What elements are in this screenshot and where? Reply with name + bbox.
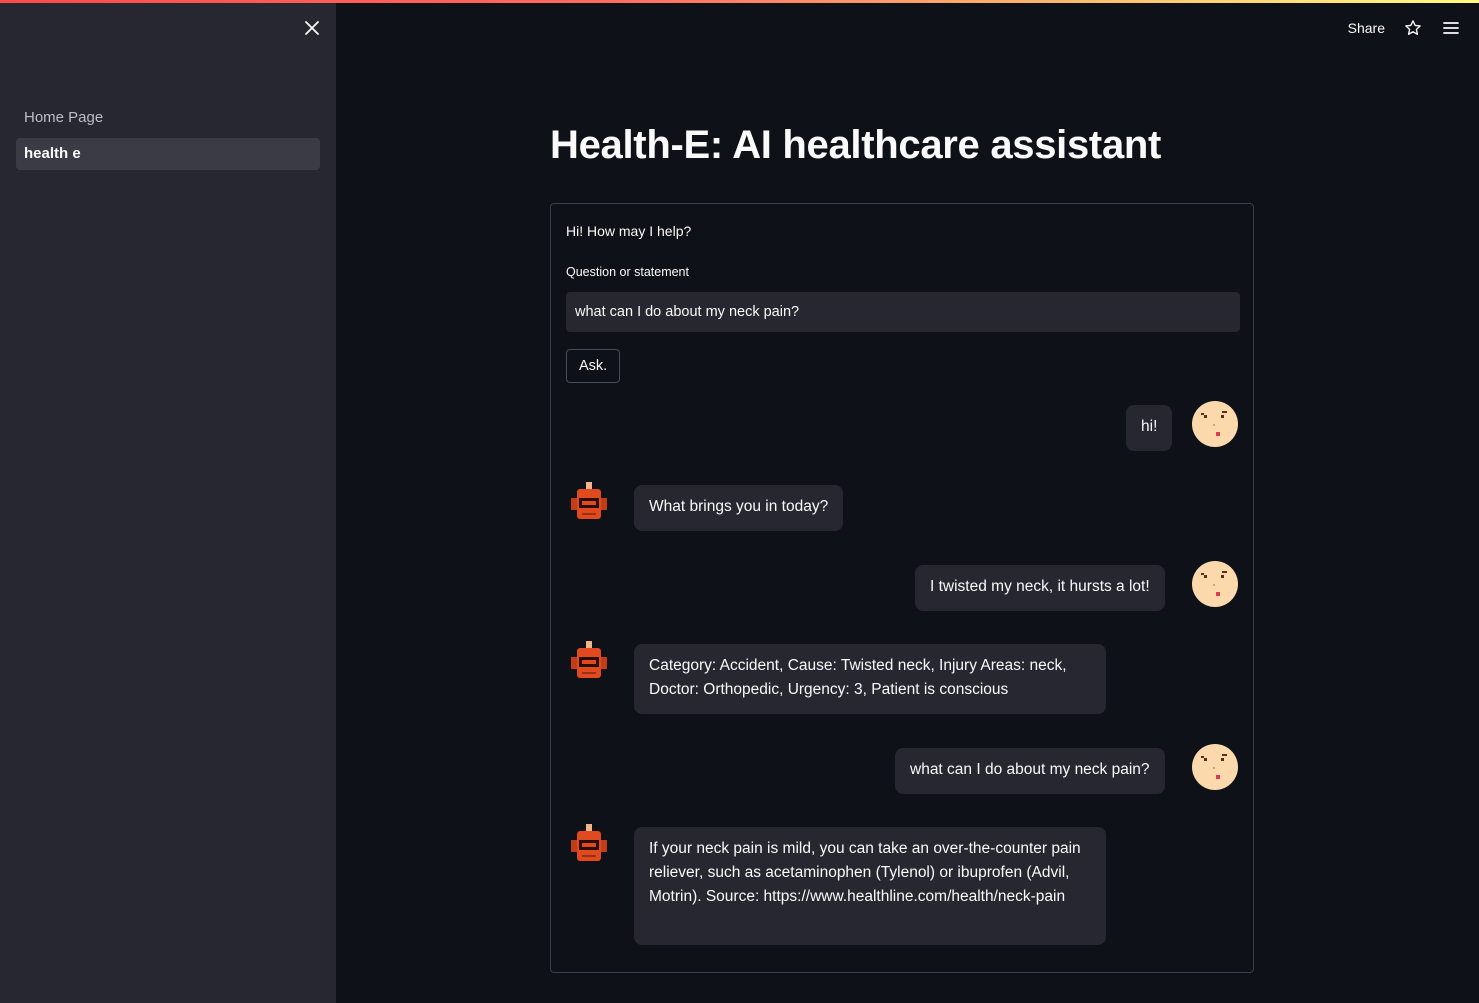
bot-avatar-icon — [571, 641, 607, 678]
question-input[interactable] — [566, 292, 1240, 332]
sidebar: Home Page health e — [0, 0, 336, 1003]
sidebar-item-home-page[interactable]: Home Page — [16, 102, 320, 134]
sidebar-nav: Home Page health e — [16, 102, 320, 174]
chat-form: Hi! How may I help? Question or statemen… — [550, 203, 1254, 973]
greeting-text: Hi! How may I help? — [566, 223, 692, 239]
bot-avatar-icon — [571, 482, 607, 519]
sidebar-item-label: health e — [24, 145, 81, 162]
close-sidebar-button[interactable] — [300, 16, 324, 40]
message-text: what can I do about my neck pain? — [910, 761, 1150, 778]
favorite-button[interactable] — [1403, 18, 1423, 38]
close-icon — [305, 21, 319, 35]
bot-message: Category: Accident, Cause: Twisted neck,… — [634, 644, 1106, 714]
share-button[interactable]: Share — [1348, 20, 1385, 36]
user-message: I twisted my neck, it hursts a lot! — [915, 565, 1165, 611]
sidebar-item-health-e[interactable]: health e — [16, 138, 320, 170]
sidebar-item-label: Home Page — [24, 109, 104, 126]
top-decoration-bar — [0, 0, 1479, 3]
message-text: Category: Accident, Cause: Twisted neck,… — [649, 657, 1067, 698]
user-avatar-icon — [1192, 744, 1238, 790]
bot-message: If your neck pain is mild, you can take … — [634, 827, 1106, 945]
bot-avatar-icon — [571, 824, 607, 861]
star-icon — [1405, 20, 1421, 35]
ask-button[interactable]: Ask. — [566, 349, 621, 383]
user-avatar-icon — [1192, 401, 1238, 447]
message-text: If your neck pain is mild, you can take … — [649, 840, 1081, 905]
user-message: what can I do about my neck pain? — [895, 748, 1165, 794]
user-avatar-icon — [1192, 561, 1238, 607]
message-text: hi! — [1141, 418, 1158, 435]
main-content: Health-E: AI healthcare assistant Hi! Ho… — [550, 110, 1254, 973]
user-message: hi! — [1126, 405, 1173, 451]
main-menu-button[interactable] — [1441, 18, 1461, 38]
bot-message: What brings you in today? — [634, 485, 844, 531]
message-text: I twisted my neck, it hursts a lot! — [930, 578, 1150, 595]
header-actions: Share — [1348, 14, 1461, 42]
hamburger-menu-icon — [1443, 22, 1459, 34]
question-input-label: Question or statement — [566, 265, 689, 279]
page-title: Health-E: AI healthcare assistant — [550, 123, 1162, 167]
message-text: What brings you in today? — [649, 498, 829, 515]
